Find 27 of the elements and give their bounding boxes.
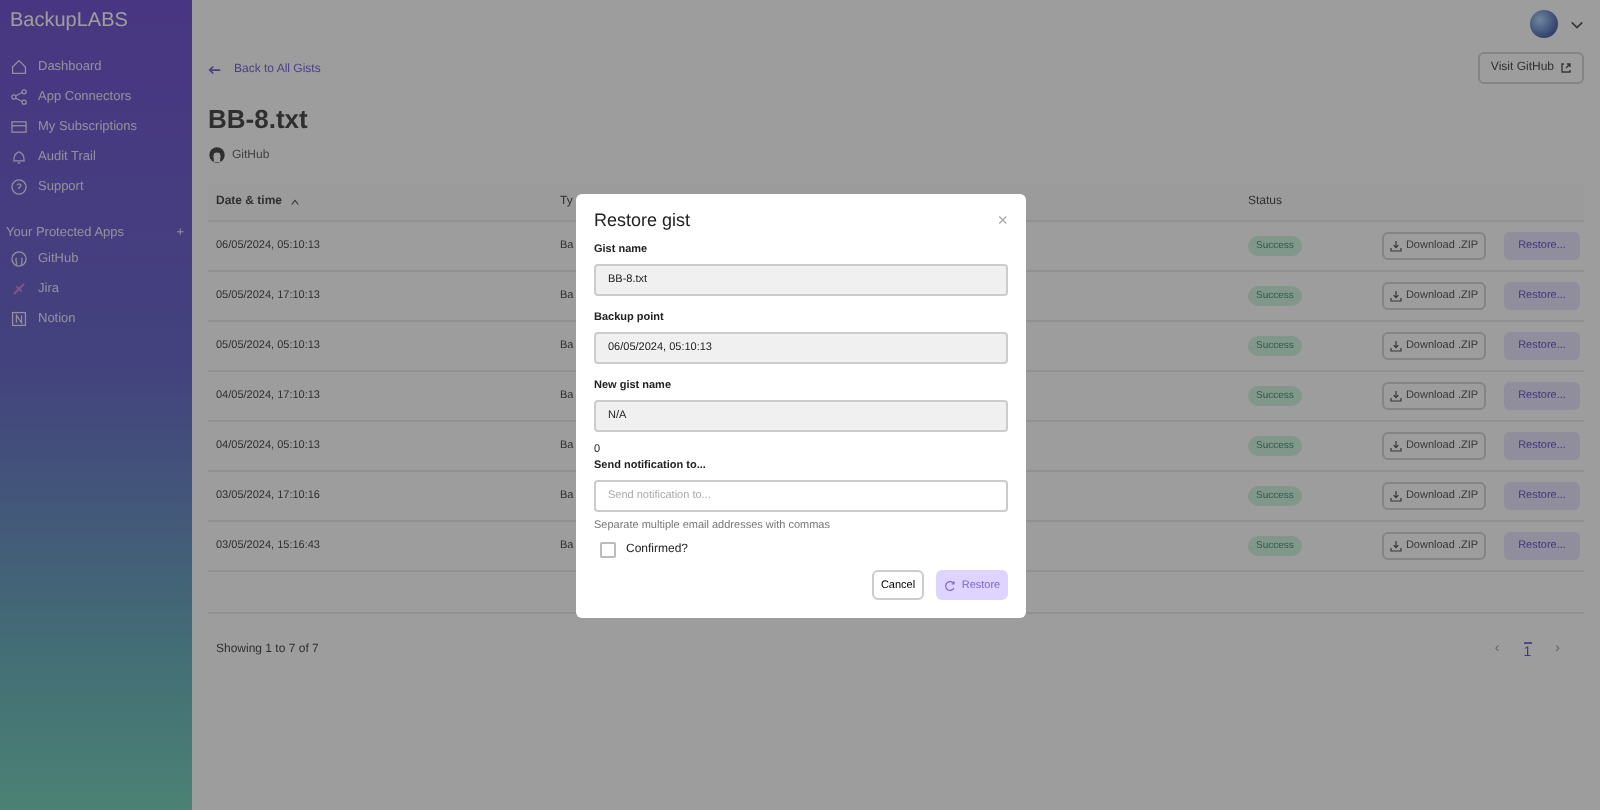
- download-icon: [1389, 290, 1402, 302]
- bell-icon: [10, 148, 28, 166]
- home-icon: [10, 58, 28, 76]
- download-icon: [1389, 490, 1402, 502]
- page-title: BB-8.txt: [208, 104, 310, 134]
- github-icon: [10, 250, 28, 268]
- refresh-icon: [943, 579, 956, 591]
- notion-icon: [10, 310, 28, 328]
- user-avatar[interactable]: [1530, 10, 1558, 38]
- download-icon: [1389, 340, 1402, 352]
- arrow-left-icon: [208, 64, 222, 76]
- download-icon: [1389, 540, 1402, 552]
- download-icon: [1389, 440, 1402, 452]
- share-icon: [10, 88, 28, 106]
- external-link-icon: [1560, 62, 1572, 74]
- jira-icon: [10, 280, 28, 298]
- card-icon: [10, 118, 28, 136]
- help-icon: [10, 178, 28, 196]
- sort-ascending-icon: [290, 198, 301, 206]
- download-icon: [1389, 390, 1402, 402]
- dialog-title: Restore gist: [594, 210, 691, 230]
- chevron-down-icon[interactable]: [1570, 19, 1584, 29]
- github-icon: [208, 146, 226, 164]
- close-button[interactable]: ×: [997, 211, 1008, 229]
- brand-logo: BackupLABS: [8, 8, 130, 36]
- confirm-checkbox[interactable]: [600, 542, 616, 558]
- download-icon: [1389, 240, 1402, 252]
